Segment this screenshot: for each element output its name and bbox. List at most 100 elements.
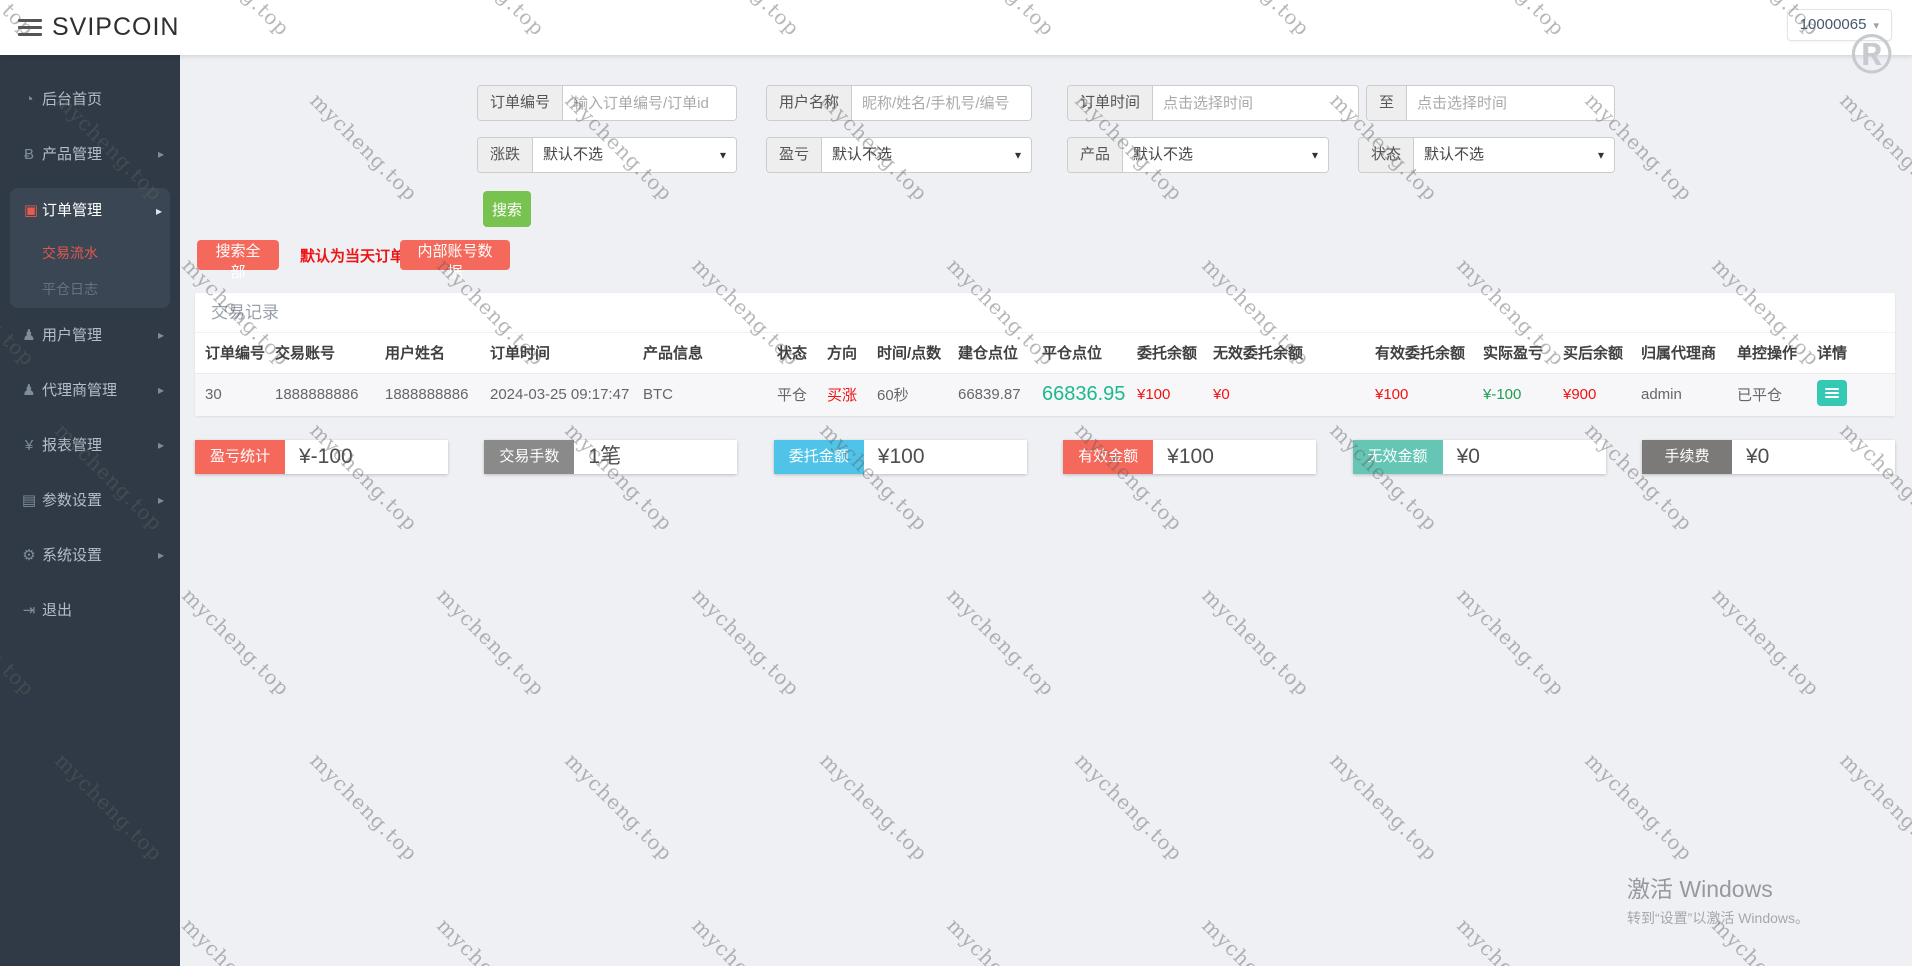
sidebar-item-label: 退出 <box>42 602 73 619</box>
filter-order-time-label: 订单时间 <box>1068 86 1154 120</box>
stat-value: ¥100 <box>863 440 1027 474</box>
filter-user-name-label: 用户名称 <box>767 86 853 120</box>
chevron-right-icon: ▸ <box>157 383 164 397</box>
hamburger-menu-icon[interactable] <box>18 19 42 36</box>
filter-status-label: 状态 <box>1359 138 1415 172</box>
filter-pnl: 盈亏 默认不选 ▾ <box>766 137 1032 173</box>
stat-fee: 手续费 ¥0 <box>1641 440 1895 474</box>
stat-invalid-amount: 无效金额 ¥0 <box>1352 440 1606 474</box>
cell-trade-account: 1888888886 <box>275 386 359 404</box>
chevron-right-icon: ▸ <box>157 147 164 161</box>
table-row: 30 1888888886 1888888886 2024-03-25 09:1… <box>195 373 1895 416</box>
product-select-value: 默认不选 <box>1133 146 1194 163</box>
time-start-input[interactable] <box>1153 86 1358 120</box>
cell-entrust: ¥100 <box>1137 386 1171 404</box>
search-button[interactable]: 搜索 <box>483 191 531 227</box>
chevron-down-icon: ▾ <box>719 148 726 162</box>
cell-detail <box>1807 373 1895 416</box>
col-actual-pnl: 实际盈亏 <box>1483 345 1544 363</box>
cell-order-time: 2024-03-25 09:17:47 <box>490 386 630 404</box>
stat-value: ¥-100 <box>285 440 448 474</box>
col-duration: 时间/点数 <box>877 345 942 363</box>
sidebar-item-reports[interactable]: ¥ 报表管理 ▸ <box>0 418 180 473</box>
sidebar-group-orders: ▣ 订单管理 ▸ 交易流水 平仓日志 <box>10 188 170 308</box>
stat-valid-amount: 有效金额 ¥100 <box>1063 440 1317 474</box>
sidebar-item-params[interactable]: ▤ 参数设置 ▸ <box>0 473 180 528</box>
detail-button[interactable] <box>1817 379 1847 406</box>
internal-data-button[interactable]: 内部账号数据 <box>400 240 510 281</box>
filter-order-time: 订单时间 <box>1067 85 1359 121</box>
params-icon: ▤ <box>21 492 37 509</box>
product-select[interactable]: 默认不选 ▾ <box>1123 138 1328 172</box>
topbar: SVIPCOIN 10000065 ▾ <box>0 0 1912 55</box>
pnl-select[interactable]: 默认不选 ▾ <box>822 138 1031 172</box>
sidebar-item-label: 订单管理 <box>42 202 103 219</box>
col-direction: 方向 <box>827 345 858 363</box>
sidebar-subitem-trade-flow[interactable]: 交易流水 <box>10 234 170 272</box>
col-status: 状态 <box>777 345 808 363</box>
filter-user-name: 用户名称 <box>766 85 1032 121</box>
sidebar-item-dashboard[interactable]: ◔ 后台首页 <box>0 72 180 127</box>
updown-select[interactable]: 默认不选 ▾ <box>533 138 736 172</box>
col-valid-entrust: 有效委托余额 <box>1375 345 1466 363</box>
cell-product: BTC <box>643 386 673 404</box>
stat-label: 委托金额 <box>773 440 864 474</box>
col-user-name: 用户姓名 <box>385 345 446 363</box>
sidebar-item-label: 参数设置 <box>42 492 103 509</box>
filter-pnl-label: 盈亏 <box>767 138 823 172</box>
order-no-input[interactable] <box>563 86 736 120</box>
cell-valid-entrust: ¥100 <box>1375 386 1409 404</box>
col-trade-account: 交易账号 <box>275 345 336 363</box>
panel-title: 交易记录 <box>195 293 1895 333</box>
sidebar-item-label: 用户管理 <box>42 327 103 344</box>
col-invalid-entrust: 无效委托余额 <box>1213 345 1304 363</box>
sidebar-item-users[interactable]: ♟ 用户管理 ▸ <box>0 308 180 363</box>
sidebar-item-agents[interactable]: ♟ 代理商管理 ▸ <box>0 363 180 418</box>
gear-icon: ⚙ <box>22 547 36 564</box>
trade-record-panel: 交易记录 订单编号 交易账号 用户姓名 订单时间 产品信息 状态 方向 时间/点… <box>195 293 1895 416</box>
status-select[interactable]: 默认不选 ▾ <box>1414 138 1614 172</box>
filter-order-no-label: 订单编号 <box>478 86 564 120</box>
stat-value: ¥0 <box>1442 440 1606 474</box>
sidebar-item-label: 产品管理 <box>42 146 103 163</box>
registered-trademark-icon: ® <box>1851 22 1893 85</box>
chevron-down-icon: ▾ <box>1014 148 1021 162</box>
sidebar-item-logout[interactable]: ⇥ 退出 <box>0 583 180 638</box>
orders-icon: ▣ <box>23 202 39 219</box>
col-order-no: 订单编号 <box>205 345 266 363</box>
chevron-right-icon: ▸ <box>157 328 164 342</box>
sidebar-item-label: 代理商管理 <box>42 382 118 399</box>
filter-time-to: 至 <box>1366 85 1615 121</box>
search-all-button[interactable]: 搜索全部 <box>197 240 279 281</box>
col-control-op: 单控操作 <box>1737 345 1798 363</box>
sidebar-subitem-close-log[interactable]: 平仓日志 <box>10 272 170 306</box>
cell-agent: admin <box>1641 386 1682 404</box>
today-order-note: 默认为当天订单 <box>300 248 406 265</box>
stats-row: 盈亏统计 ¥-100 交易手数 1笔 委托金额 ¥100 有效金额 ¥100 无… <box>195 440 1895 474</box>
col-detail: 详情 <box>1817 345 1848 363</box>
pnl-select-value: 默认不选 <box>832 146 893 163</box>
sidebar-item-products[interactable]: Ƀ 产品管理 ▸ <box>0 127 180 182</box>
brand-logo: SVIPCOIN <box>52 13 180 41</box>
status-select-value: 默认不选 <box>1424 146 1485 163</box>
cell-balance-after: ¥900 <box>1563 386 1597 404</box>
sidebar-item-system[interactable]: ⚙ 系统设置 ▸ <box>0 528 180 583</box>
activation-title: 激活 Windows <box>1627 876 1773 902</box>
filter-product-label: 产品 <box>1068 138 1124 172</box>
user-name-input[interactable] <box>852 86 1031 120</box>
col-product: 产品信息 <box>643 345 704 363</box>
sidebar-item-orders[interactable]: ▣ 订单管理 ▸ <box>10 188 170 234</box>
col-close-price: 平仓点位 <box>1042 345 1103 363</box>
filter-order-no: 订单编号 <box>477 85 737 121</box>
col-agent: 归属代理商 <box>1641 345 1717 363</box>
activation-subtitle: 转到“设置”以激活 Windows。 <box>1627 910 1810 926</box>
sidebar-item-label: 后台首页 <box>42 91 103 108</box>
logout-icon: ⇥ <box>22 602 36 619</box>
cell-status: 平仓 <box>777 387 808 405</box>
time-end-input[interactable] <box>1407 86 1614 120</box>
filter-product: 产品 默认不选 ▾ <box>1067 137 1329 173</box>
stat-trade-count: 交易手数 1笔 <box>484 440 738 474</box>
cell-invalid-entrust: ¥0 <box>1213 386 1230 404</box>
cell-duration: 60秒 <box>877 387 909 405</box>
cell-actual-pnl: ¥-100 <box>1483 386 1522 404</box>
